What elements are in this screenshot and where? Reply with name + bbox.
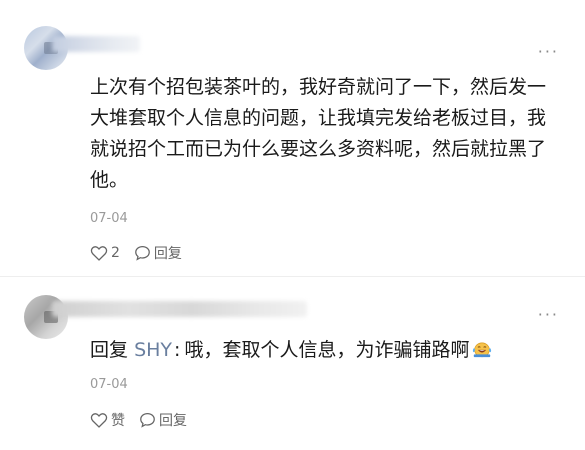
- heart-outline-icon: [90, 413, 108, 428]
- more-options-icon[interactable]: ···: [538, 305, 559, 324]
- comment-actions: 2 回复: [90, 243, 196, 263]
- comment-text: 哦，套取个人信息，为诈骗铺路啊: [184, 339, 470, 361]
- heart-outline-icon: [90, 246, 108, 261]
- like-button[interactable]: 2: [90, 245, 120, 261]
- more-options-icon[interactable]: ···: [538, 42, 559, 61]
- comment-actions: 赞 回复: [90, 410, 201, 430]
- reply-target-username[interactable]: SHY: [134, 339, 172, 361]
- comment-item: ··· 上次有个招包装茶叶的，我好奇就问了一下，然后发一大堆套取个人信息的问题，…: [0, 0, 585, 276]
- blurred-username[interactable]: [52, 36, 140, 52]
- comment-date: 07-04: [90, 211, 128, 226]
- comment-text-container: 回复 SHY: 哦，套取个人信息，为诈骗铺路啊: [90, 335, 560, 366]
- reply-label: 回复: [159, 413, 187, 429]
- like-label: 赞: [111, 413, 125, 429]
- reply-button[interactable]: 回复: [139, 410, 187, 430]
- blurred-username[interactable]: [52, 301, 307, 317]
- like-count: 2: [111, 245, 120, 261]
- comment-text: 上次有个招包装茶叶的，我好奇就问了一下，然后发一大堆套取个人信息的问题，让我填完…: [90, 76, 547, 191]
- comment-bubble-icon: [140, 412, 155, 428]
- reply-prefix: 回复: [90, 339, 129, 361]
- reply-label: 回复: [153, 246, 182, 262]
- reply-button[interactable]: 回复: [134, 243, 182, 263]
- laughing-tears-emoji-icon: [473, 342, 492, 358]
- comment-bubble-icon: [135, 245, 150, 261]
- comment-item: ··· 回复 SHY: 哦，套取个人信息，为诈骗铺路啊 07-04 赞 回复: [0, 277, 585, 450]
- reply-separator: :: [174, 339, 181, 361]
- comment-date: 07-04: [90, 377, 128, 392]
- like-button[interactable]: 赞: [90, 410, 125, 430]
